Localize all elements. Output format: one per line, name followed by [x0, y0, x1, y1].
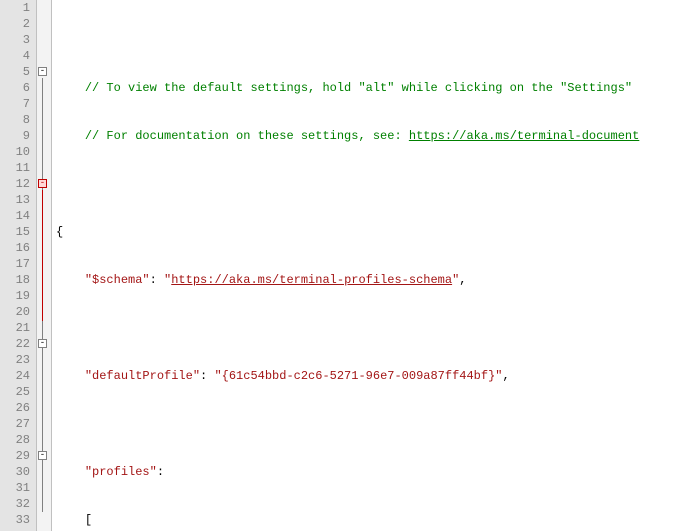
line-number: 12 — [0, 176, 36, 192]
line-number: 11 — [0, 160, 36, 176]
line-number: 14 — [0, 208, 36, 224]
line-number: 7 — [0, 96, 36, 112]
doc-link[interactable]: https://aka.ms/terminal-document — [409, 129, 639, 143]
comment-text: // To view the default settings, hold "a… — [85, 81, 632, 95]
code-editor[interactable]: 1 2 3 4 5 6 7 8 9 10 11 12 13 14 15 16 1… — [0, 0, 680, 531]
code-line: // To view the default settings, hold "a… — [52, 80, 680, 96]
code-line: { — [52, 224, 680, 240]
line-number: 27 — [0, 416, 36, 432]
line-number: 26 — [0, 400, 36, 416]
code-line: "defaultProfile": "{61c54bbd-c2c6-5271-9… — [52, 368, 680, 384]
line-number: 9 — [0, 128, 36, 144]
line-number: 1 — [0, 0, 36, 16]
line-number: 2 — [0, 16, 36, 32]
line-number: 25 — [0, 384, 36, 400]
fold-marker-icon[interactable]: - — [38, 451, 47, 460]
line-number: 32 — [0, 496, 36, 512]
line-number: 8 — [0, 112, 36, 128]
code-line — [52, 32, 680, 48]
code-line — [52, 176, 680, 192]
line-number: 33 — [0, 512, 36, 528]
line-number: 23 — [0, 352, 36, 368]
line-number: 19 — [0, 288, 36, 304]
line-number: 28 — [0, 432, 36, 448]
fold-line — [42, 190, 43, 321]
code-line: "$schema": "https://aka.ms/terminal-prof… — [52, 272, 680, 288]
line-number: 16 — [0, 240, 36, 256]
line-number: 10 — [0, 144, 36, 160]
schema-link[interactable]: https://aka.ms/terminal-profiles-schema — [171, 273, 452, 287]
line-number: 22 — [0, 336, 36, 352]
line-number: 29 — [0, 448, 36, 464]
line-number: 20 — [0, 304, 36, 320]
line-number-gutter: 1 2 3 4 5 6 7 8 9 10 11 12 13 14 15 16 1… — [0, 0, 37, 531]
comment-text: // For documentation on these settings, … — [85, 129, 409, 143]
line-number: 6 — [0, 80, 36, 96]
code-area[interactable]: // To view the default settings, hold "a… — [52, 0, 680, 531]
fold-marker-icon[interactable]: - — [38, 339, 47, 348]
fold-marker-modified-icon[interactable]: - — [38, 179, 47, 188]
fold-gutter: - - - - — [37, 0, 52, 531]
code-line: [ — [52, 512, 680, 528]
line-number: 21 — [0, 320, 36, 336]
line-number: 24 — [0, 368, 36, 384]
code-line: // For documentation on these settings, … — [52, 128, 680, 144]
line-number: 5 — [0, 64, 36, 80]
fold-marker-icon[interactable]: - — [38, 67, 47, 76]
line-number: 15 — [0, 224, 36, 240]
line-number: 17 — [0, 256, 36, 272]
line-number: 18 — [0, 272, 36, 288]
line-number: 3 — [0, 32, 36, 48]
line-number: 30 — [0, 464, 36, 480]
code-line: "profiles": — [52, 464, 680, 480]
line-number: 31 — [0, 480, 36, 496]
line-number: 4 — [0, 48, 36, 64]
code-line — [52, 320, 680, 336]
code-line — [52, 416, 680, 432]
line-number: 13 — [0, 192, 36, 208]
